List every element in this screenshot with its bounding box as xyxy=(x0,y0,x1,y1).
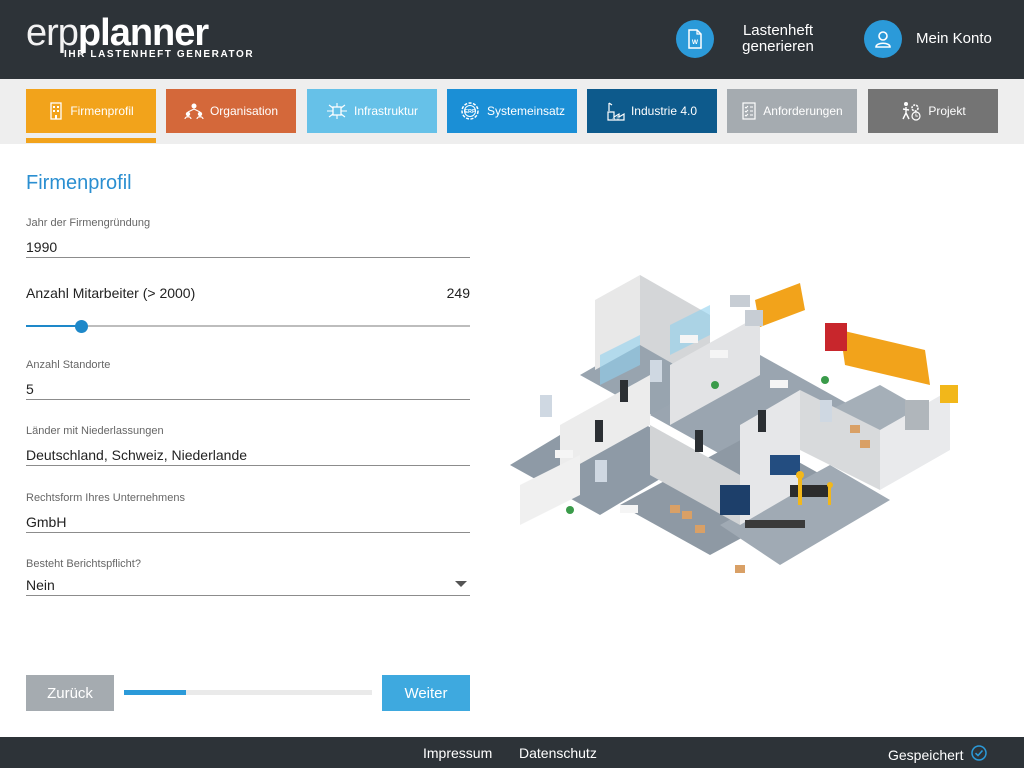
app-footer: Impressum Datenschutz Gespeichert xyxy=(0,737,1024,768)
tab-label: Projekt xyxy=(928,104,966,118)
logo-text-thin: erp xyxy=(26,12,79,54)
generate-spec-button[interactable]: W Lastenheft generieren xyxy=(676,20,828,58)
tab-systemeinsatz[interactable]: ERP Systemeinsatz xyxy=(447,89,577,133)
erp-gear-icon: ERP xyxy=(459,101,481,121)
tab-label: Infrastruktur xyxy=(353,104,419,118)
tab-label: Firmenprofil xyxy=(70,104,134,118)
network-icon xyxy=(326,102,348,120)
countries-label: Länder mit Niederlassungen xyxy=(26,425,164,437)
active-tab-indicator xyxy=(26,138,156,143)
reporting-label: Besteht Berichtspflicht? xyxy=(26,558,141,570)
locations-input[interactable]: 5 xyxy=(26,381,470,400)
project-gear-icon xyxy=(900,100,922,122)
page-title: Firmenprofil xyxy=(26,172,132,194)
user-icon xyxy=(864,20,902,58)
employees-slider-handle[interactable] xyxy=(75,320,88,333)
step-tabs: Firmenprofil Organisation Infrastruktur … xyxy=(0,79,1024,144)
org-people-icon xyxy=(184,102,204,120)
tab-infrastruktur[interactable]: Infrastruktur xyxy=(307,89,437,133)
impressum-link[interactable]: Impressum xyxy=(423,745,492,761)
tab-label: Systemeinsatz xyxy=(486,104,566,118)
founding-year-label: Jahr der Firmengründung xyxy=(26,217,151,229)
founding-year-input[interactable]: 1990 xyxy=(26,239,470,258)
saved-status: Gespeichert xyxy=(888,745,988,764)
factory-icon: 4.0 xyxy=(607,101,625,121)
logo-text-bold: planner xyxy=(77,12,209,54)
datenschutz-link[interactable]: Datenschutz xyxy=(519,745,597,761)
logo-subtitle: IHR LASTENHEFT GENERATOR xyxy=(64,49,255,60)
tab-anforderungen[interactable]: Anforderungen xyxy=(727,89,857,133)
word-document-icon: W xyxy=(676,20,714,58)
account-button[interactable]: Mein Konto xyxy=(864,20,992,58)
reporting-select[interactable]: Nein xyxy=(26,577,470,596)
legal-form-label: Rechtsform Ihres Unternehmens xyxy=(26,492,185,504)
employees-slider-track[interactable] xyxy=(26,325,470,327)
svg-text:W: W xyxy=(692,39,699,46)
tab-label: Industrie 4.0 xyxy=(630,104,698,118)
checklist-icon xyxy=(741,101,757,121)
check-circle-icon xyxy=(971,745,988,764)
tab-label: Organisation xyxy=(209,104,279,118)
next-button[interactable]: Weiter xyxy=(382,675,470,711)
app-header: erpplanner IHR LASTENHEFT GENERATOR W La… xyxy=(0,0,1024,79)
employees-label: Anzahl Mitarbeiter (> 2000) xyxy=(26,285,196,301)
employees-value: 249 xyxy=(446,285,470,301)
locations-label: Anzahl Standorte xyxy=(26,359,111,371)
legal-form-input[interactable]: GmbH xyxy=(26,514,470,533)
svg-text:ERP: ERP xyxy=(464,109,476,115)
countries-input[interactable]: Deutschland, Schweiz, Niederlande xyxy=(26,447,470,466)
account-label: Mein Konto xyxy=(916,30,992,47)
tab-firmenprofil[interactable]: Firmenprofil xyxy=(26,89,156,133)
svg-text:4.0: 4.0 xyxy=(612,116,619,121)
chevron-down-icon[interactable] xyxy=(455,581,467,587)
building-icon xyxy=(48,102,64,120)
tab-label: Anforderungen xyxy=(763,104,843,118)
tab-organisation[interactable]: Organisation xyxy=(166,89,296,133)
generate-spec-label: Lastenheft generieren xyxy=(742,22,814,55)
back-button[interactable]: Zurück xyxy=(26,675,114,711)
logo[interactable]: erpplanner IHR LASTENHEFT GENERATOR xyxy=(26,14,254,60)
saved-label: Gespeichert xyxy=(888,746,964,763)
progress-fill xyxy=(124,690,186,695)
tab-industrie[interactable]: 4.0 Industrie 4.0 xyxy=(587,89,717,133)
employees-slider-fill xyxy=(26,325,82,327)
company-illustration xyxy=(510,275,958,573)
tab-projekt[interactable]: Projekt xyxy=(868,89,998,133)
